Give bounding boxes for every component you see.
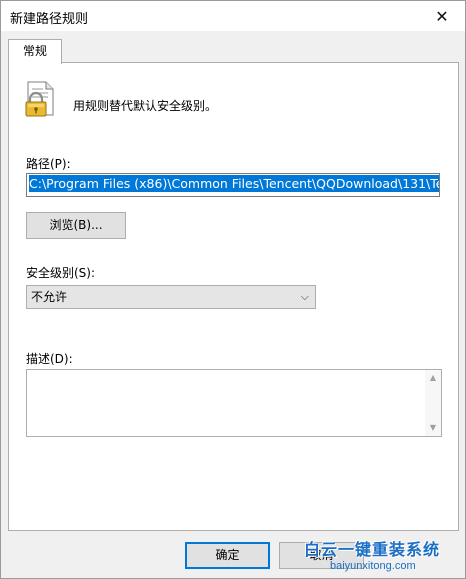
security-level-label: 安全级别(S): (26, 266, 96, 280)
close-icon: ✕ (435, 6, 449, 26)
description-textarea[interactable]: ▲ ▼ (26, 369, 442, 437)
cancel-button-label: 取消 (309, 548, 334, 562)
description-label: 描述(D): (26, 352, 73, 366)
close-button[interactable]: ✕ (419, 1, 465, 31)
window-title: 新建路径规则 (10, 12, 89, 27)
rule-description-text: 用规则替代默认安全级别。 (73, 99, 218, 113)
ok-button[interactable]: 确定 (185, 542, 270, 569)
chevron-down-icon: ⌵ (300, 290, 309, 303)
description-scrollbar[interactable]: ▲ ▼ (425, 370, 441, 436)
security-level-value: 不允许 (31, 290, 68, 304)
tab-general-label: 常规 (22, 44, 47, 58)
general-tab-panel: 用规则替代默认安全级别。 路径(P): C:\Program Files (x8… (8, 62, 459, 531)
path-input-value: C:\Program Files (x86)\Common Files\Tenc… (29, 175, 439, 192)
security-level-select[interactable]: 不允许 ⌵ (26, 285, 316, 309)
title-bar[interactable]: 新建路径规则 ✕ (1, 1, 465, 31)
path-label: 路径(P): (26, 157, 71, 171)
ok-button-label: 确定 (215, 548, 240, 562)
tab-general[interactable]: 常规 (8, 39, 62, 64)
cancel-button[interactable]: 取消 (279, 542, 364, 569)
scroll-up-arrow-icon[interactable]: ▲ (425, 371, 441, 385)
new-path-rule-dialog: 新建路径规则 ✕ 常规 用规则替代默认安全级别。 路径(P): C:\Progr… (0, 0, 466, 579)
browse-button[interactable]: 浏览(B)... (26, 212, 126, 239)
browse-button-label: 浏览(B)... (49, 218, 103, 232)
path-input[interactable]: C:\Program Files (x86)\Common Files\Tenc… (26, 173, 440, 197)
scroll-down-arrow-icon[interactable]: ▼ (425, 421, 441, 435)
lock-document-icon (25, 81, 54, 117)
